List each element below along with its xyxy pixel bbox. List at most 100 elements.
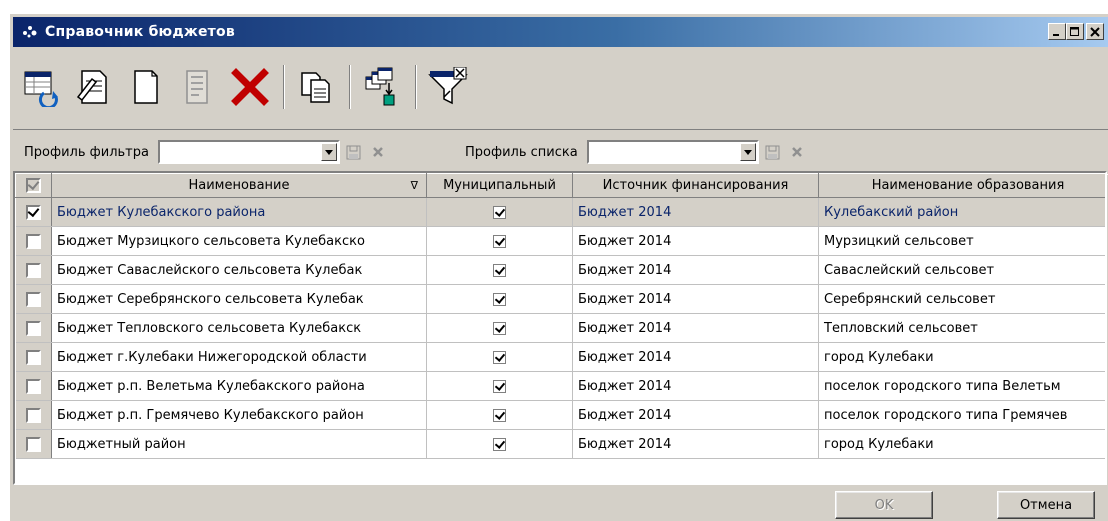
save-profile-icon[interactable] xyxy=(764,143,782,161)
cell-funding-source: Бюджет 2014 xyxy=(572,255,819,285)
toolbar xyxy=(13,49,1108,125)
toolbar-separator xyxy=(349,65,351,109)
save-profile-icon[interactable] xyxy=(345,143,363,161)
list-profile-select[interactable] xyxy=(586,140,759,164)
row-checkbox[interactable] xyxy=(15,342,52,372)
cell-entity-name: Саваслейский сельсовет xyxy=(818,255,1105,285)
minimize-icon[interactable] xyxy=(1048,23,1066,40)
checkbox-unchecked-icon[interactable] xyxy=(25,378,41,394)
row-checkbox[interactable] xyxy=(15,226,52,256)
cell-entity-name: Тепловский сельсовет xyxy=(818,313,1105,343)
checkbox-unchecked-icon[interactable] xyxy=(25,233,41,249)
table-row[interactable]: Бюджет р.п. Гремячево Кулебакского район… xyxy=(15,400,1105,430)
filter-bar: Профиль фильтра Профиль списка xyxy=(13,129,1108,175)
close-icon[interactable] xyxy=(1086,23,1104,40)
cell-municipal xyxy=(426,313,573,343)
table-row[interactable]: Бюджет Кулебакского района Бюджет 2014 Кул… xyxy=(15,197,1105,227)
table-row[interactable]: Бюджетный район Бюджет 2014 город Кулебаки xyxy=(15,429,1105,459)
cascade-icon[interactable] xyxy=(359,64,405,110)
delete-profile-icon[interactable] xyxy=(369,143,387,161)
municipal-check-icon xyxy=(493,321,506,335)
cell-name: Бюджет Кулебакского района xyxy=(51,197,427,227)
delete-profile-icon[interactable] xyxy=(788,143,806,161)
checkbox-unchecked-icon[interactable] xyxy=(25,349,41,365)
cell-municipal xyxy=(426,400,573,430)
cell-municipal xyxy=(426,371,573,401)
checkbox-unchecked-icon[interactable] xyxy=(25,262,41,278)
filter-icon[interactable] xyxy=(425,64,471,110)
table-row[interactable]: Бюджет Тепловского сельсовета Кулебакск Б… xyxy=(15,313,1105,343)
cell-name: Бюджетный район xyxy=(51,429,427,459)
cell-name: Бюджет р.п. Гремячево Кулебакского район xyxy=(51,400,427,430)
table-row[interactable]: Бюджет Мурзицкого сельсовета Кулебакско Б… xyxy=(15,226,1105,256)
list-profile-value xyxy=(589,144,593,159)
checkbox-unchecked-icon[interactable] xyxy=(25,407,41,423)
cell-municipal xyxy=(426,226,573,256)
app-icon xyxy=(19,21,41,43)
properties-icon[interactable] xyxy=(175,64,221,110)
sort-icon: ∇ xyxy=(410,179,418,192)
row-checkbox[interactable] xyxy=(15,429,52,459)
table-row[interactable]: Бюджет Серебрянского сельсовета Кулебак Б… xyxy=(15,284,1105,314)
column-header-municipal[interactable]: Муниципальный xyxy=(426,173,573,198)
checkbox-checked-icon[interactable] xyxy=(25,204,41,220)
cell-name: Бюджет Тепловского сельсовета Кулебакск xyxy=(51,313,427,343)
checkbox-unchecked-icon[interactable] xyxy=(25,291,41,307)
cell-funding-source: Бюджет 2014 xyxy=(572,371,819,401)
delete-icon[interactable] xyxy=(227,64,273,110)
municipal-check-icon xyxy=(493,292,506,306)
cell-entity-name: Мурзицкий сельсовет xyxy=(818,226,1105,256)
copy-icon[interactable] xyxy=(293,64,339,110)
column-header-name[interactable]: Наименование ∇ xyxy=(51,173,427,198)
toolbar-separator xyxy=(415,65,417,109)
municipal-check-icon xyxy=(493,205,506,219)
list-profile-label: Профиль списка xyxy=(464,144,578,160)
row-checkbox[interactable] xyxy=(15,371,52,401)
filter-profile-value xyxy=(160,144,164,159)
grid-header-row: Наименование ∇ Муниципальный Источник фи… xyxy=(15,173,1105,198)
new-document-icon[interactable] xyxy=(123,64,169,110)
filter-profile-label: Профиль фильтра xyxy=(24,144,149,160)
cell-funding-source: Бюджет 2014 xyxy=(572,342,819,372)
title-bar[interactable]: Справочник бюджетов xyxy=(13,17,1108,47)
cell-name: Бюджет Серебрянского сельсовета Кулебак xyxy=(51,284,427,314)
checkbox-unchecked-icon[interactable] xyxy=(25,436,41,452)
ok-button[interactable]: OK xyxy=(835,491,933,519)
chevron-down-icon[interactable] xyxy=(739,143,756,161)
toolbar-separator xyxy=(283,65,285,109)
refresh-list-icon[interactable] xyxy=(19,64,65,110)
maximize-icon[interactable] xyxy=(1066,23,1084,40)
cell-municipal xyxy=(426,197,573,227)
edit-document-icon[interactable] xyxy=(71,64,117,110)
cell-name: Бюджет р.п. Велетьма Кулебакского района xyxy=(51,371,427,401)
table-row[interactable]: Бюджет р.п. Велетьма Кулебакского района… xyxy=(15,371,1105,401)
filter-profile-select[interactable] xyxy=(157,140,340,164)
row-checkbox[interactable] xyxy=(15,197,52,227)
cell-entity-name: город Кулебаки xyxy=(818,342,1105,372)
municipal-check-icon xyxy=(493,437,506,451)
column-header-funding-source[interactable]: Источник финансирования xyxy=(572,173,819,198)
select-all-checkbox[interactable] xyxy=(15,173,52,198)
chevron-down-icon[interactable] xyxy=(320,143,337,161)
cell-name: Бюджет Мурзицкого сельсовета Кулебакско xyxy=(51,226,427,256)
municipal-check-icon xyxy=(493,263,506,277)
row-checkbox[interactable] xyxy=(15,313,52,343)
cell-funding-source: Бюджет 2014 xyxy=(572,400,819,430)
row-checkbox[interactable] xyxy=(15,400,52,430)
cell-funding-source: Бюджет 2014 xyxy=(572,197,819,227)
cell-municipal xyxy=(426,255,573,285)
column-header-entity-name[interactable]: Наименование образования xyxy=(818,173,1105,198)
row-checkbox[interactable] xyxy=(15,284,52,314)
cell-name: Бюджет Саваслейского сельсовета Кулебак xyxy=(51,255,427,285)
cell-entity-name: Серебрянский сельсовет xyxy=(818,284,1105,314)
cell-funding-source: Бюджет 2014 xyxy=(572,429,819,459)
checkbox-unchecked-icon[interactable] xyxy=(25,320,41,336)
table-row[interactable]: Бюджет г.Кулебаки Нижегородской области Б… xyxy=(15,342,1105,372)
table-row[interactable]: Бюджет Саваслейского сельсовета Кулебак Б… xyxy=(15,255,1105,285)
budgets-grid: Наименование ∇ Муниципальный Источник фи… xyxy=(13,171,1107,485)
municipal-check-icon xyxy=(493,350,506,364)
row-checkbox[interactable] xyxy=(15,255,52,285)
municipal-check-icon xyxy=(493,234,506,248)
cell-municipal xyxy=(426,284,573,314)
cancel-button[interactable]: Отмена xyxy=(997,491,1095,519)
